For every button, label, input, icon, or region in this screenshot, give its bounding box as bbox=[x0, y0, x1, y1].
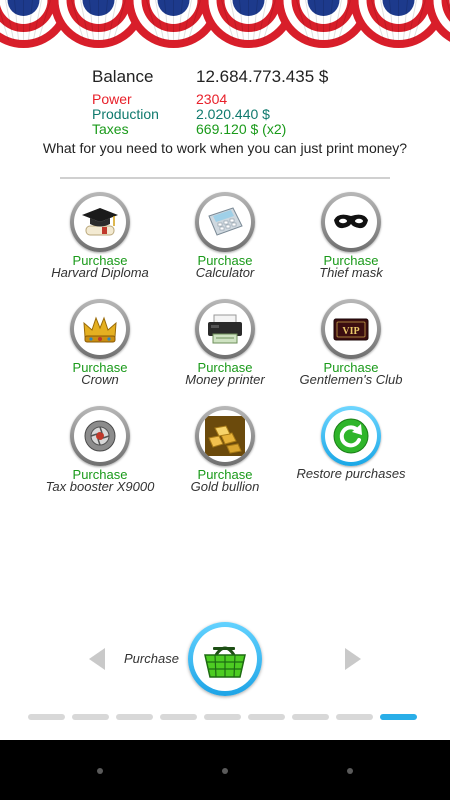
restore-icon bbox=[333, 418, 369, 454]
vip-card-icon: VIP bbox=[333, 318, 369, 341]
item-name: Gentlemen's Club bbox=[299, 372, 403, 387]
taxes-label: Taxes bbox=[92, 121, 129, 137]
page-dot[interactable] bbox=[336, 714, 373, 720]
production-label: Production bbox=[92, 106, 159, 122]
item-name: Gold bullion bbox=[190, 479, 260, 494]
turbo-booster-icon bbox=[84, 420, 116, 452]
item-restore-purchases[interactable]: Restore purchases bbox=[286, 406, 416, 480]
page-dot[interactable] bbox=[380, 714, 417, 720]
purchase-label: Purchase bbox=[124, 651, 179, 666]
taxes-value: 669.120 $ (x2) bbox=[196, 121, 287, 137]
patriotic-bunting bbox=[0, 0, 450, 48]
page-dot[interactable] bbox=[204, 714, 241, 720]
shopping-basket-icon bbox=[204, 646, 246, 678]
item-money-printer[interactable]: Purchase Money printer bbox=[160, 299, 290, 386]
item-name: Harvard Diploma bbox=[51, 265, 149, 280]
crown-icon bbox=[83, 316, 117, 343]
purchase-button[interactable] bbox=[188, 622, 262, 696]
item-name: Money printer bbox=[185, 372, 265, 387]
balance-label: Balance bbox=[92, 67, 154, 86]
prev-arrow-icon[interactable] bbox=[88, 647, 106, 671]
back-nav-icon[interactable] bbox=[97, 768, 103, 774]
item-name: Calculator bbox=[195, 265, 255, 280]
item-crown[interactable]: Purchase Crown bbox=[35, 299, 165, 386]
page-dot[interactable] bbox=[72, 714, 109, 720]
item-calculator[interactable]: Purchase Calculator bbox=[160, 192, 290, 279]
gold-bars-icon bbox=[205, 416, 245, 456]
graduation-cap-icon bbox=[82, 208, 118, 236]
page-dot[interactable] bbox=[116, 714, 153, 720]
item-name: Restore purchases bbox=[296, 466, 406, 481]
next-arrow-icon[interactable] bbox=[344, 647, 362, 671]
page-dot[interactable] bbox=[160, 714, 197, 720]
page-dot[interactable] bbox=[248, 714, 285, 720]
page-indicator bbox=[28, 714, 428, 722]
power-label: Power bbox=[92, 91, 132, 107]
recents-nav-icon[interactable] bbox=[347, 768, 353, 774]
item-gold-bullion[interactable]: Purchase Gold bullion bbox=[160, 406, 290, 493]
calculator-icon bbox=[208, 207, 243, 236]
svg-text:VIP: VIP bbox=[342, 326, 359, 337]
production-value: 2.020.440 $ bbox=[196, 106, 270, 122]
home-nav-icon[interactable] bbox=[222, 768, 228, 774]
system-navigation-bar bbox=[0, 740, 450, 800]
item-thief-mask[interactable]: Purchase Thief mask bbox=[286, 192, 416, 279]
item-harvard-diploma[interactable]: Purchase Harvard Diploma bbox=[35, 192, 165, 279]
power-value: 2304 bbox=[196, 91, 228, 107]
slogan-text: What for you need to work when you can j… bbox=[42, 140, 408, 156]
divider bbox=[60, 177, 390, 179]
balance-value: 12.684.773.435 $ bbox=[196, 67, 329, 86]
thief-mask-icon bbox=[334, 214, 368, 229]
item-tax-booster[interactable]: Purchase Tax booster X9000 bbox=[35, 406, 165, 493]
item-name: Thief mask bbox=[319, 265, 383, 280]
page-dot[interactable] bbox=[28, 714, 65, 720]
printer-icon bbox=[208, 314, 242, 344]
item-name: Crown bbox=[81, 372, 119, 387]
page-dot[interactable] bbox=[292, 714, 329, 720]
item-name: Tax booster X9000 bbox=[45, 479, 155, 494]
item-gentlemens-club[interactable]: VIP Purchase Gentlemen's Club bbox=[286, 299, 416, 386]
